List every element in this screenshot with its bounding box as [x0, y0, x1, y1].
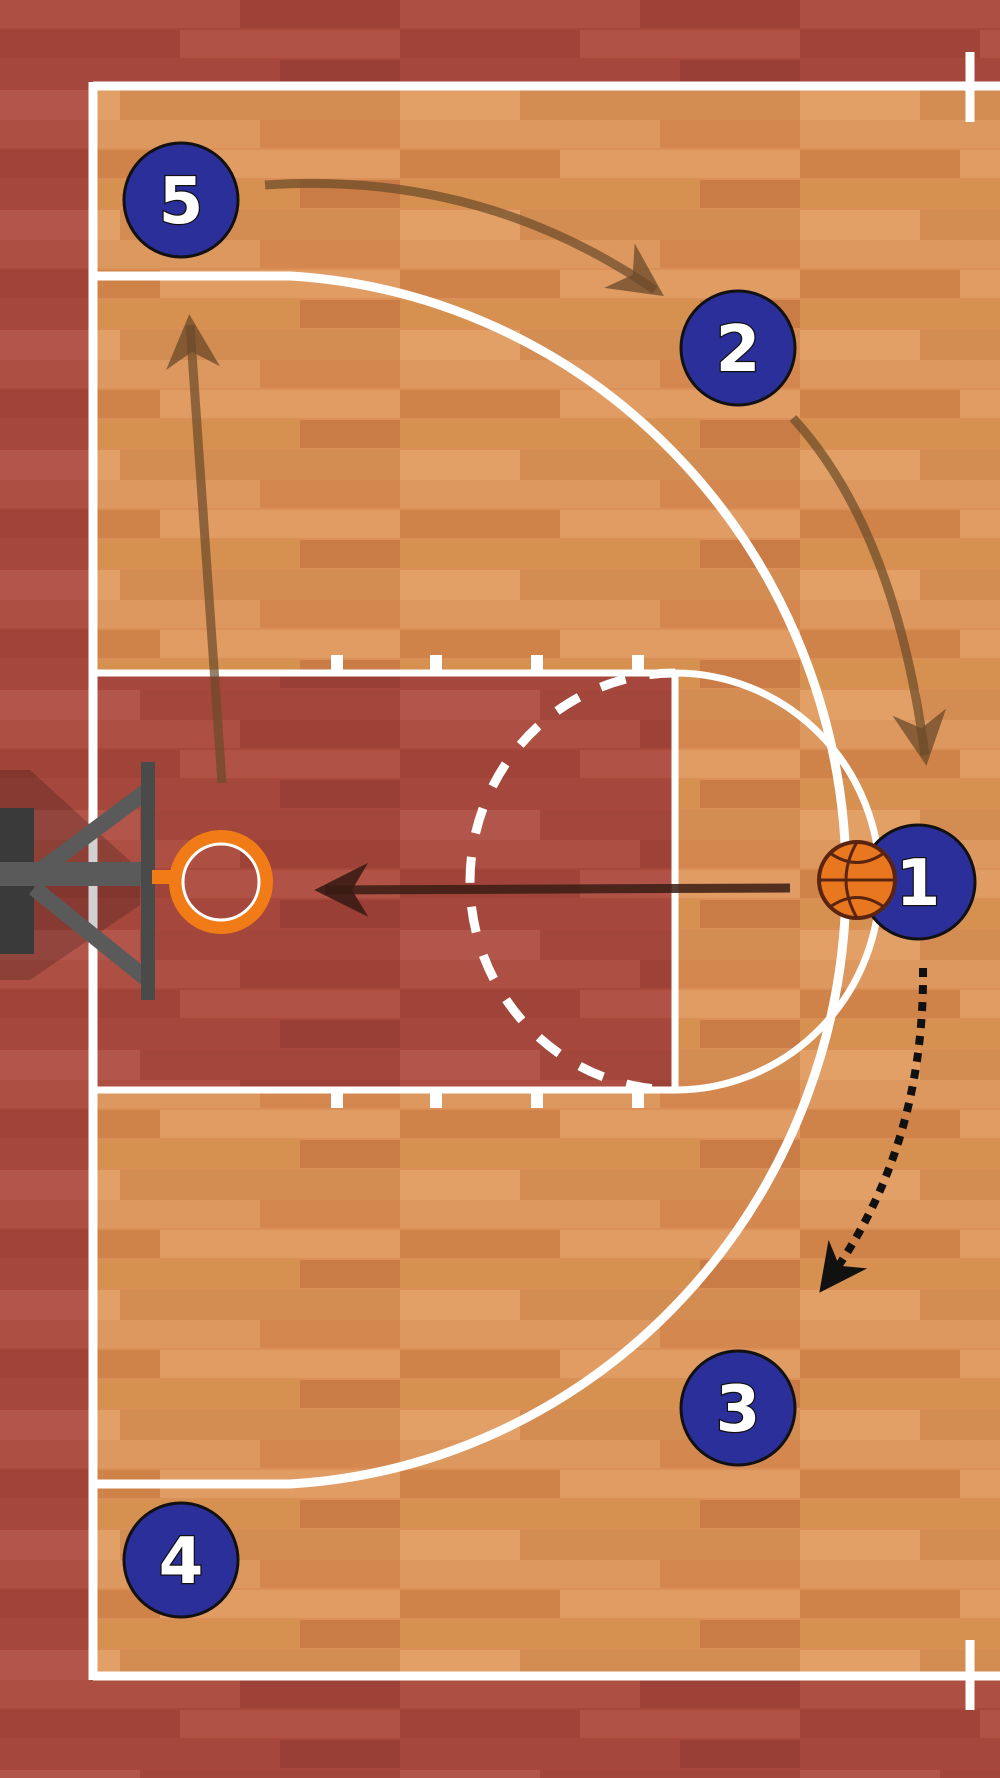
basketball-icon [817, 840, 897, 920]
player-5-label: 5 [159, 165, 204, 239]
court-diagram: 5 2 1 3 4 [0, 0, 1000, 1778]
player-3-label: 3 [716, 1373, 761, 1447]
player-3[interactable]: 3 [679, 1349, 797, 1467]
player-2-label: 2 [716, 313, 761, 387]
player-4-label: 4 [159, 1525, 204, 1599]
player-4[interactable]: 4 [122, 1501, 240, 1619]
pass-arrow-1-to-basket [314, 862, 791, 917]
player-2[interactable]: 2 [679, 289, 797, 407]
player-5[interactable]: 5 [122, 141, 240, 259]
player-1-label: 1 [896, 847, 941, 921]
